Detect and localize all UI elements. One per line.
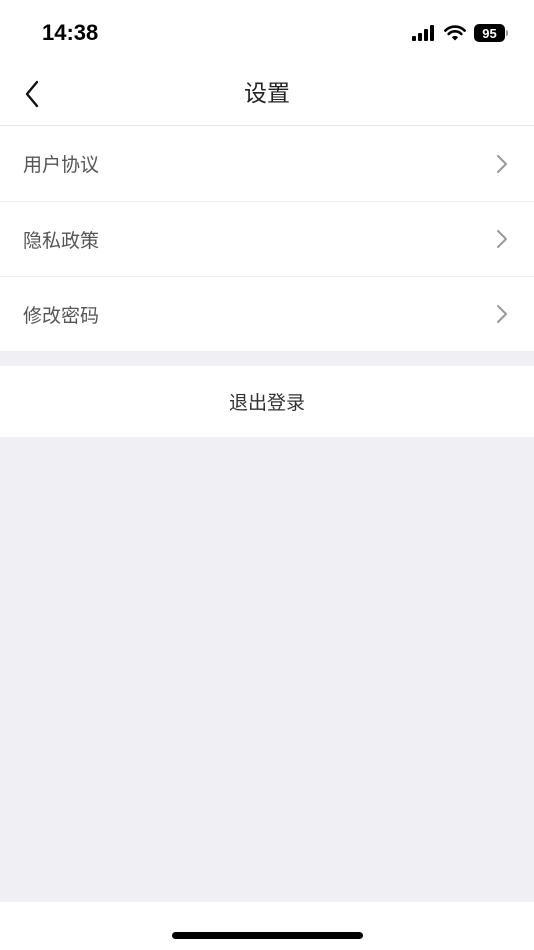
menu-item-label: 用户协议 xyxy=(23,154,100,176)
status-bar: 14:38 95 xyxy=(0,0,534,62)
navigation-bar: 设置 xyxy=(0,62,534,126)
menu-item-user-agreement[interactable]: 用户协议 xyxy=(0,126,534,201)
menu-item-change-password[interactable]: 修改密码 xyxy=(0,276,534,351)
menu-item-label: 隐私政策 xyxy=(23,229,100,252)
battery-level: 95 xyxy=(474,24,505,42)
battery-icon: 95 xyxy=(474,23,508,43)
logout-button[interactable]: 退出登录 xyxy=(0,366,534,437)
settings-menu-list: 用户协议 隐私政策 修改密码 xyxy=(0,126,534,351)
status-icons: 95 xyxy=(412,22,508,44)
menu-item-label: 修改密码 xyxy=(23,304,100,327)
chevron-right-icon xyxy=(497,305,507,323)
chevron-right-icon xyxy=(497,154,507,173)
page-title: 设置 xyxy=(244,81,290,107)
chevron-right-icon xyxy=(497,230,507,248)
status-time: 14:38 xyxy=(42,20,99,45)
cellular-signal-icon xyxy=(412,25,434,41)
battery-tip xyxy=(506,30,508,36)
home-indicator[interactable] xyxy=(172,932,363,939)
menu-item-privacy-policy[interactable]: 隐私政策 xyxy=(0,201,534,276)
home-indicator-area xyxy=(0,902,534,950)
logout-label: 退出登录 xyxy=(228,392,305,414)
wifi-icon xyxy=(444,25,466,41)
